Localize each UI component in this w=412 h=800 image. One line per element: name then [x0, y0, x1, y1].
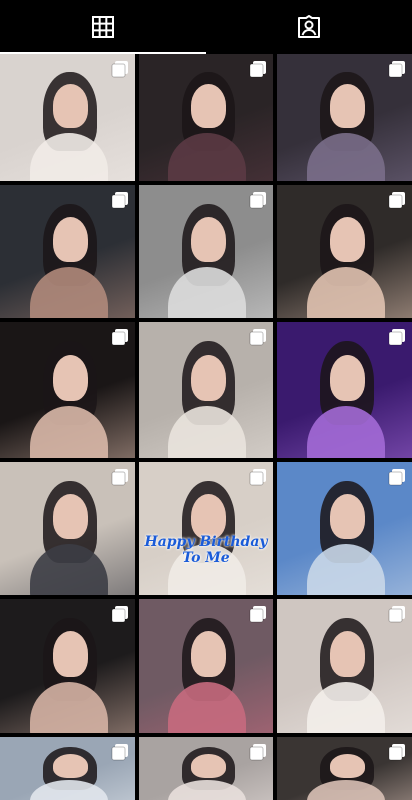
carousel-icon — [388, 329, 405, 346]
tab-tagged[interactable] — [206, 0, 412, 54]
subject-face — [329, 753, 365, 778]
carousel-icon — [111, 606, 128, 623]
profile-tab-bar — [0, 0, 412, 54]
carousel-icon — [249, 61, 266, 78]
subject-face — [191, 84, 227, 128]
subject-face — [329, 216, 365, 263]
subject-face — [52, 493, 88, 540]
subject-face — [191, 753, 227, 778]
post-thumbnail[interactable] — [0, 737, 135, 800]
subject-face — [191, 216, 227, 263]
post-thumbnail[interactable] — [277, 737, 412, 800]
subject-face — [52, 84, 88, 128]
carousel-icon — [388, 61, 405, 78]
carousel-icon — [111, 329, 128, 346]
post-caption-overlay: Happy Birthday To Me — [144, 534, 268, 566]
post-thumbnail[interactable] — [139, 599, 273, 733]
post-thumbnail[interactable]: Happy Birthday To Me — [139, 462, 273, 595]
subject-face — [52, 354, 88, 401]
carousel-icon — [249, 192, 266, 209]
carousel-icon — [388, 606, 405, 623]
subject-face — [52, 216, 88, 263]
subject-face — [191, 354, 227, 401]
post-thumbnail[interactable] — [139, 737, 273, 800]
post-thumbnail[interactable] — [277, 599, 412, 733]
post-thumbnail[interactable] — [277, 185, 412, 318]
carousel-icon — [249, 329, 266, 346]
carousel-icon — [111, 469, 128, 486]
tagged-person-icon — [298, 15, 320, 38]
post-thumbnail[interactable] — [277, 54, 412, 181]
subject-face — [329, 631, 365, 677]
post-thumbnail[interactable] — [139, 185, 273, 318]
carousel-icon — [249, 469, 266, 486]
subject-face — [191, 493, 227, 540]
carousel-icon — [111, 192, 128, 209]
carousel-icon — [388, 744, 405, 761]
subject-face — [52, 753, 88, 778]
post-thumbnail[interactable] — [139, 54, 273, 181]
post-thumbnail[interactable] — [277, 322, 412, 458]
grid-icon — [92, 16, 114, 38]
posts-grid: Happy Birthday To Me — [0, 54, 412, 800]
carousel-icon — [388, 192, 405, 209]
subject-face — [329, 493, 365, 540]
post-thumbnail[interactable] — [277, 462, 412, 595]
post-thumbnail[interactable] — [0, 322, 135, 458]
carousel-icon — [249, 606, 266, 623]
carousel-icon — [249, 744, 266, 761]
post-thumbnail[interactable] — [0, 462, 135, 595]
post-thumbnail[interactable] — [139, 322, 273, 458]
subject-face — [52, 631, 88, 677]
post-thumbnail[interactable] — [0, 54, 135, 181]
subject-face — [191, 631, 227, 677]
tab-grid[interactable] — [0, 0, 206, 54]
subject-face — [329, 354, 365, 401]
carousel-icon — [111, 744, 128, 761]
carousel-icon — [111, 61, 128, 78]
subject-face — [329, 84, 365, 128]
carousel-icon — [388, 469, 405, 486]
post-thumbnail[interactable] — [0, 599, 135, 733]
post-thumbnail[interactable] — [0, 185, 135, 318]
